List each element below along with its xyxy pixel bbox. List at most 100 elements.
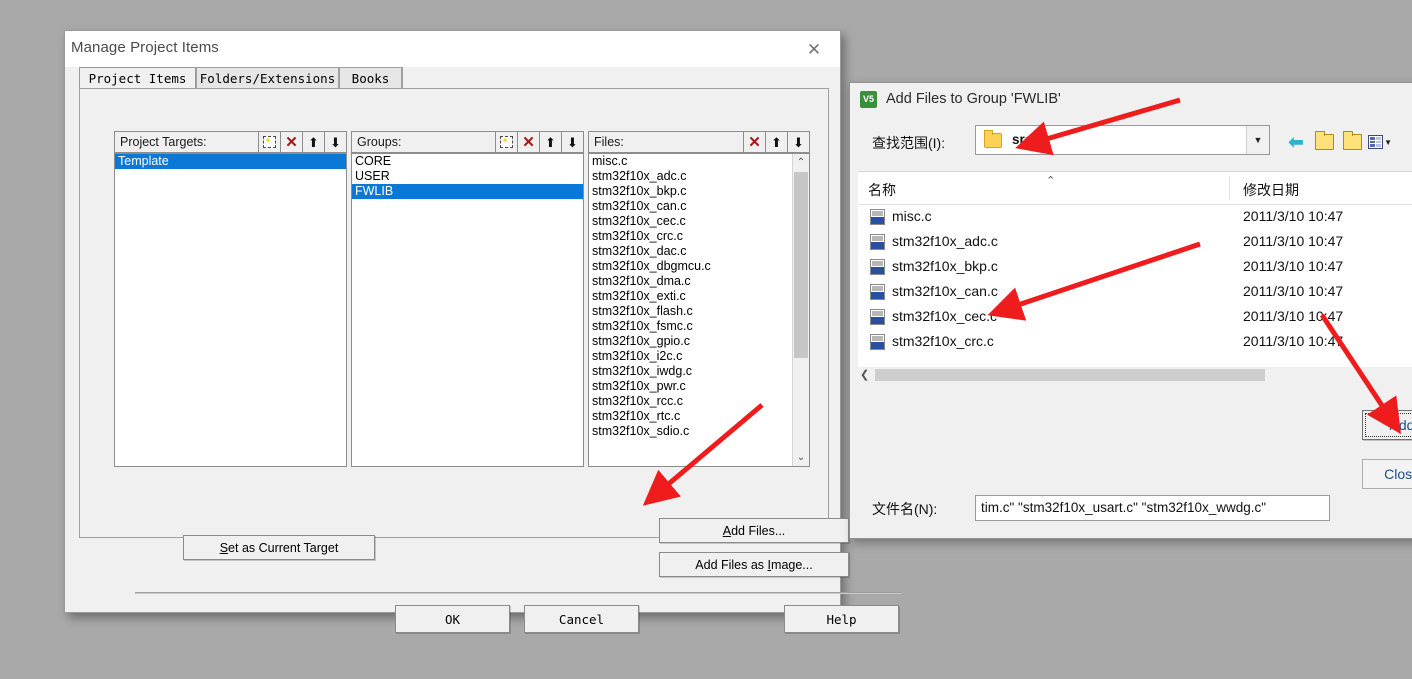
new-folder-icon[interactable] <box>1340 131 1364 153</box>
chevron-left-icon[interactable]: ❮ <box>860 368 869 381</box>
dialog-titlebar: V5 Add Files to Group 'FWLIB' <box>850 83 1412 117</box>
list-item[interactable]: stm32f10x_rcc.c <box>589 394 809 409</box>
delete-icon[interactable]: ✕ <box>280 132 302 152</box>
close-button[interactable]: Close <box>1362 459 1412 489</box>
list-item[interactable]: stm32f10x_exti.c <box>589 289 809 304</box>
move-down-icon[interactable]: ⬇ <box>787 132 809 152</box>
list-item[interactable]: stm32f10x_iwdg.c <box>589 364 809 379</box>
c-source-file-icon <box>870 259 885 275</box>
back-arrow-icon[interactable]: ⬅ <box>1284 131 1308 153</box>
add-files-button[interactable]: Add Files... <box>659 518 849 543</box>
dialog-title: Add Files to Group 'FWLIB' <box>886 91 1061 107</box>
add-button[interactable]: Add <box>1362 410 1412 440</box>
tab-project-items[interactable]: Project Items <box>79 67 196 89</box>
list-item[interactable]: stm32f10x_adc.c <box>589 169 809 184</box>
column-header-date[interactable]: 修改日期 <box>1243 180 1299 200</box>
c-source-file-icon <box>870 284 885 300</box>
groups-label: Groups: <box>357 135 402 149</box>
file-name-label: 文件名(N): <box>872 501 938 517</box>
c-source-file-icon <box>870 334 885 350</box>
view-mode-icon[interactable]: ▼ <box>1368 131 1392 153</box>
scrollbar-thumb[interactable] <box>794 172 808 358</box>
ok-button[interactable]: OK <box>395 605 510 633</box>
move-up-icon[interactable]: ⬆ <box>765 132 787 152</box>
list-item[interactable]: stm32f10x_crc.c <box>589 229 809 244</box>
list-item[interactable]: stm32f10x_pwr.c <box>589 379 809 394</box>
list-item[interactable]: stm32f10x_bkp.c <box>589 184 809 199</box>
table-row[interactable]: stm32f10x_bkp.c 2011/3/10 10:47 <box>858 255 1412 280</box>
cancel-button[interactable]: Cancel <box>524 605 639 633</box>
c-source-file-icon <box>870 209 885 225</box>
list-item[interactable]: stm32f10x_rtc.c <box>589 409 809 424</box>
list-item[interactable]: misc.c <box>589 154 809 169</box>
help-button[interactable]: Help <box>784 605 899 633</box>
table-row[interactable]: stm32f10x_cec.c 2011/3/10 10:47 <box>858 305 1412 330</box>
tab-folders-extensions[interactable]: Folders/Extensions <box>196 67 339 89</box>
list-item[interactable]: Template <box>115 154 346 169</box>
files-panel: Files: ✕ ⬆ ⬇ misc.c stm32f10x_adc.c stm3… <box>588 131 810 467</box>
close-icon[interactable]: ✕ <box>794 35 834 63</box>
file-browser: 名称 ⌃ 修改日期 misc.c 2011/3/10 10:47 stm32f1… <box>858 171 1412 383</box>
list-item[interactable]: stm32f10x_fsmc.c <box>589 319 809 334</box>
list-item[interactable]: FWLIB <box>352 184 583 199</box>
look-in-combobox[interactable]: src ▼ <box>975 125 1270 155</box>
file-name: stm32f10x_can.c <box>892 283 998 299</box>
list-item[interactable]: USER <box>352 169 583 184</box>
project-targets-list[interactable]: Template <box>114 153 347 467</box>
list-item[interactable]: stm32f10x_dma.c <box>589 274 809 289</box>
file-date: 2011/3/10 10:47 <box>1243 333 1344 349</box>
delete-icon[interactable]: ✕ <box>517 132 539 152</box>
groups-list[interactable]: CORE USER FWLIB <box>351 153 584 467</box>
up-folder-icon[interactable] <box>1312 131 1336 153</box>
scrollbar-thumb[interactable] <box>875 369 1265 381</box>
move-up-icon[interactable]: ⬆ <box>539 132 561 152</box>
chevron-up-icon[interactable]: ⌃ <box>793 154 809 171</box>
file-name: stm32f10x_adc.c <box>892 233 998 249</box>
move-down-icon[interactable]: ⬇ <box>561 132 583 152</box>
move-up-icon[interactable]: ⬆ <box>302 132 324 152</box>
files-list-scrollbar[interactable]: ⌃ ⌄ <box>792 154 809 466</box>
move-down-icon[interactable]: ⬇ <box>324 132 346 152</box>
list-item[interactable]: stm32f10x_gpio.c <box>589 334 809 349</box>
files-header: Files: ✕ ⬆ ⬇ <box>588 131 810 153</box>
new-item-icon[interactable] <box>258 132 280 152</box>
button-label: et as Current Target <box>228 540 339 555</box>
horizontal-scrollbar[interactable]: ❮ <box>858 367 1412 383</box>
file-name-input[interactable]: tim.c" "stm32f10x_usart.c" "stm32f10x_ww… <box>975 495 1330 521</box>
set-as-current-target-button[interactable]: Set as Current Target <box>183 535 375 560</box>
file-name: stm32f10x_cec.c <box>892 308 998 324</box>
look-in-label: 查找范围(I): <box>872 135 946 151</box>
table-row[interactable]: stm32f10x_crc.c 2011/3/10 10:47 <box>858 330 1412 355</box>
add-files-to-group-dialog: V5 Add Files to Group 'FWLIB' 查找范围(I): s… <box>849 82 1412 539</box>
table-row[interactable]: stm32f10x_adc.c 2011/3/10 10:47 <box>858 230 1412 255</box>
accel-key: S <box>219 540 229 555</box>
table-row[interactable]: misc.c 2011/3/10 10:47 <box>858 205 1412 230</box>
chevron-down-icon[interactable]: ▼ <box>1246 126 1269 154</box>
tab-books[interactable]: Books <box>339 67 402 89</box>
new-item-icon[interactable] <box>495 132 517 152</box>
column-header-name[interactable]: 名称 <box>868 180 896 200</box>
add-files-as-image-button[interactable]: Add Files as Image... <box>659 552 849 577</box>
project-targets-header: Project Targets: ✕ ⬆ ⬇ <box>114 131 347 153</box>
c-source-file-icon <box>870 309 885 325</box>
list-item[interactable]: stm32f10x_cec.c <box>589 214 809 229</box>
list-item[interactable]: stm32f10x_can.c <box>589 199 809 214</box>
look-in-value: src <box>1012 132 1033 147</box>
list-item[interactable]: stm32f10x_flash.c <box>589 304 809 319</box>
divider <box>135 592 901 594</box>
chevron-down-icon[interactable]: ⌄ <box>793 449 809 466</box>
file-name: misc.c <box>892 208 932 224</box>
list-item[interactable]: stm32f10x_i2c.c <box>589 349 809 364</box>
button-label: dd Files... <box>731 523 786 538</box>
list-item[interactable]: stm32f10x_dbgmcu.c <box>589 259 809 274</box>
list-item[interactable]: stm32f10x_dac.c <box>589 244 809 259</box>
tab-strip: Project Items Folders/Extensions Books <box>79 67 829 90</box>
list-item[interactable]: CORE <box>352 154 583 169</box>
list-item[interactable]: stm32f10x_sdio.c <box>589 424 809 439</box>
table-row[interactable]: stm32f10x_can.c 2011/3/10 10:47 <box>858 280 1412 305</box>
tab-strip-end <box>402 67 407 89</box>
files-list[interactable]: misc.c stm32f10x_adc.c stm32f10x_bkp.c s… <box>588 153 810 467</box>
file-date: 2011/3/10 10:47 <box>1243 308 1344 324</box>
delete-icon[interactable]: ✕ <box>743 132 765 152</box>
file-name: stm32f10x_bkp.c <box>892 258 998 274</box>
